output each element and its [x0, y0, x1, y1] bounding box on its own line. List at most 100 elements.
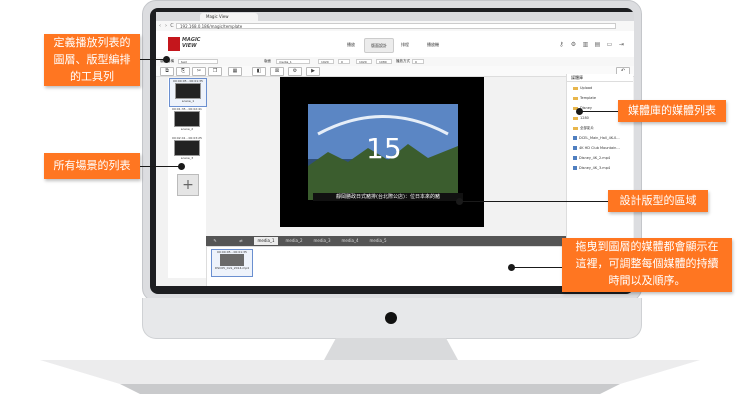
timeline-clip[interactable]: 00:00:05 - 00:01:35 DSC05_CLS_2014.mp4	[211, 249, 253, 277]
app-header: MAGIC VIEW 播放 版面設計 排程 播放機 ⚷ ⚙ ▥ ▤ ▭ ⇥	[156, 31, 634, 58]
scene-thumbnail	[174, 111, 200, 127]
scene-name: scene_1	[181, 99, 195, 103]
tab-schedule[interactable]: 排程	[396, 38, 414, 51]
callout-dot-toolbar	[163, 56, 170, 63]
layer-icon[interactable]: ◧	[252, 67, 266, 76]
scene-item[interactable]: 00:02:41 - 00:03:25 scene_3	[169, 136, 205, 163]
address-field[interactable]: 192.168.0.186/magic/template	[176, 23, 616, 29]
callout-dot-scenes	[178, 163, 185, 170]
tab-media-4[interactable]: media_4	[338, 237, 362, 245]
media-folder[interactable]: Upload	[567, 84, 633, 93]
tab-media-1[interactable]: media_1	[254, 237, 278, 245]
clip-thumbnail	[220, 254, 244, 266]
scene-time: 00:00:05 - 00:01:35	[173, 79, 203, 83]
media-item-label: Template	[580, 96, 596, 100]
video-file-icon	[573, 166, 577, 170]
gear-icon[interactable]: ⚙	[570, 41, 577, 48]
callout-line-library	[580, 111, 618, 112]
callout-dot-timeline	[508, 264, 515, 271]
trash-icon[interactable]: ▥	[582, 41, 589, 48]
browser-tab[interactable]: Magic View	[200, 13, 258, 21]
duplicate-icon[interactable]: ❐	[208, 67, 222, 76]
media-file[interactable]: Disney_4K_3.mp4	[567, 164, 633, 173]
scene-name: scene_3	[180, 156, 194, 160]
callout-dot-library	[576, 108, 583, 115]
callout-timeline: 拖曳到圖層的媒體都會顯示在 這裡，可調整每個媒體的持續 時間以及順序。	[562, 238, 732, 292]
callout-scenes: 所有場景的列表	[44, 153, 140, 179]
tab-media-3[interactable]: media_3	[310, 237, 334, 245]
browser-tab-bar: Magic View	[156, 12, 634, 21]
tab-player[interactable]: 播放機	[422, 38, 444, 51]
media-file[interactable]: DCEL_Main_Hall_4K-0...	[567, 134, 633, 143]
tab-media-2[interactable]: media_2	[282, 237, 306, 245]
preview-image: 15	[308, 104, 458, 200]
layout-name-field[interactable]: test	[178, 59, 218, 64]
callout-line-timeline	[512, 267, 562, 268]
add-scene-button[interactable]: +	[177, 174, 199, 196]
media-item-label: Disney_4K_3.mp4	[579, 166, 611, 170]
media-library-title: 媒體庫	[567, 74, 633, 82]
x-field[interactable]: 0	[338, 59, 350, 64]
callout-media-library: 媒體庫的媒體列表	[618, 100, 726, 122]
scene-thumbnail	[174, 140, 200, 156]
logo-mark	[168, 37, 180, 51]
edit-icon[interactable]: ✎	[208, 237, 222, 245]
video-file-icon	[573, 146, 577, 150]
reload-icon[interactable]: C	[169, 22, 175, 30]
callout-line-layout	[460, 201, 608, 202]
scene-list: 00:00:05 - 00:01:35 scene_1 00:01:35 - 0…	[168, 78, 207, 278]
delete-icon[interactable]: ⊠	[270, 67, 284, 76]
scene-time: 00:02:41 - 00:03:25	[172, 136, 202, 140]
media-item-label: 4K HD Club Mountain...	[579, 146, 620, 150]
folder-icon	[573, 126, 578, 130]
cut-icon[interactable]: ✂	[192, 67, 206, 76]
monitor-stand	[40, 338, 700, 394]
media-folder[interactable]: 全部影片	[567, 124, 633, 133]
scene-item[interactable]: 00:00:05 - 00:01:35 scene_1	[169, 78, 207, 107]
media-file[interactable]: 4K HD Club Mountain...	[567, 144, 633, 153]
folder-icon	[573, 96, 578, 100]
clip-name: DSC05_CLS_2014.mp4	[214, 266, 250, 270]
grid-icon[interactable]: ▦	[228, 67, 242, 76]
media-file[interactable]: Disney_4K_2.mp4	[567, 154, 633, 163]
mode-field[interactable]: 0	[412, 59, 424, 64]
video-file-icon	[573, 136, 577, 140]
timeline-tab-bar: ✎ ⇄ media_1 media_2 media_3 media_4 medi…	[206, 236, 566, 246]
tab-layout-design[interactable]: 版面設計	[364, 38, 394, 53]
tab-media-5[interactable]: media_5	[366, 237, 390, 245]
scene-time: 00:01:35 - 00:02:41	[172, 107, 202, 111]
w-field[interactable]: 1920	[356, 59, 372, 64]
template-label: 版面	[264, 59, 271, 63]
logout-icon[interactable]: ⇥	[618, 41, 625, 48]
scene-item[interactable]: 00:01:35 - 00:02:41 scene_2	[169, 107, 205, 134]
chart-icon[interactable]: ▤	[594, 41, 601, 48]
tab-play[interactable]: 播放	[342, 38, 360, 51]
copy-icon[interactable]: ⧉	[160, 67, 174, 76]
template-field[interactable]: media_1	[276, 59, 310, 64]
media-preview[interactable]: 15	[308, 104, 458, 200]
video-file-icon	[573, 156, 577, 160]
h-field[interactable]: 1080	[376, 59, 392, 64]
width-field[interactable]: 1920	[318, 59, 334, 64]
arrows-icon[interactable]: ⇄	[234, 237, 248, 245]
callout-dot-layout	[456, 198, 463, 205]
media-item-label: 1280	[580, 116, 589, 120]
callout-layout-area: 設計版型的區域	[608, 190, 708, 212]
key-icon[interactable]: ⚷	[558, 41, 565, 48]
play-icon[interactable]: ▶	[306, 67, 320, 76]
callout-toolbar: 定義播放列表的 圖層、版型編排 的工具列	[44, 34, 140, 86]
media-item-label: Upload	[580, 86, 593, 90]
svg-text:15: 15	[366, 132, 402, 165]
preview-subtitle: 靜岡勝政日式豬排(台北際公店)：位日本來的豬	[313, 193, 463, 201]
logo-line-2: VIEW	[182, 43, 197, 49]
folder-icon	[573, 86, 578, 90]
tool-iconbar: ⧉ ⎘ ✂ ❐ ▦ ◧ ⊠ ⚙ ▶ ↶	[156, 66, 634, 77]
logo-text: MAGIC VIEW	[182, 37, 212, 49]
settings-icon[interactable]: ⚙	[288, 67, 302, 76]
monitor-icon[interactable]: ▭	[606, 41, 613, 48]
scene-thumbnail	[175, 83, 201, 99]
monitor-logo-dot	[385, 312, 397, 324]
media-item-label: 全部影片	[580, 126, 594, 130]
paste-icon[interactable]: ⎘	[176, 67, 190, 76]
mode-label: 播放方式	[396, 59, 410, 63]
